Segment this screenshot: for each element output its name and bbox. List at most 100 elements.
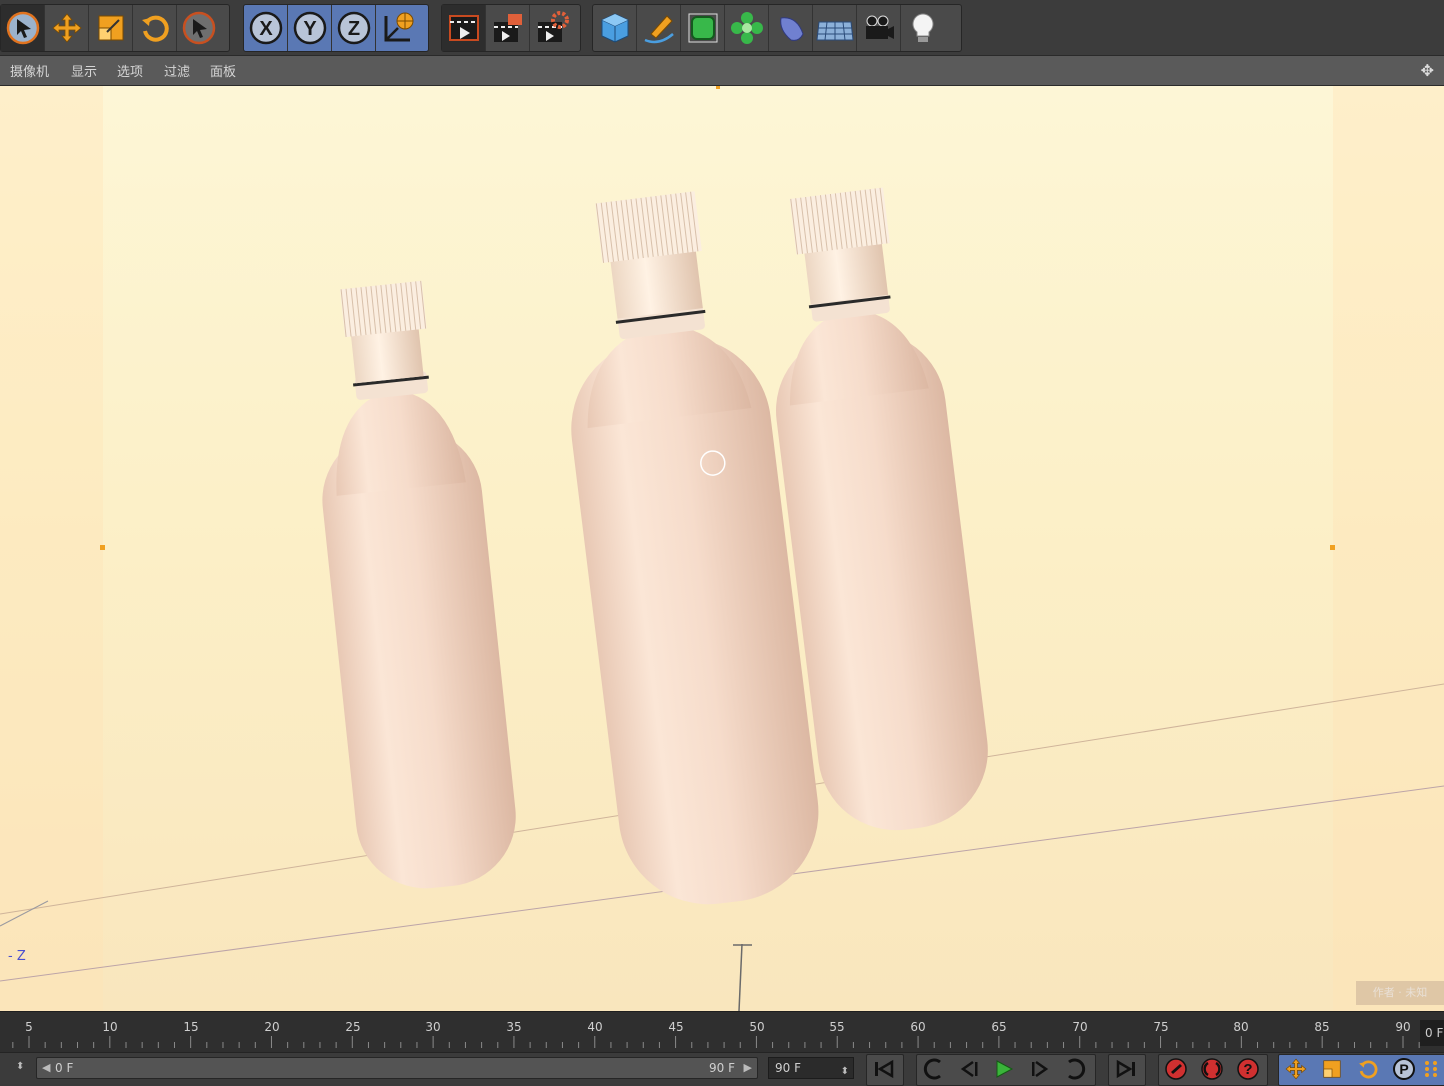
key-pla-button[interactable]: [1419, 1056, 1444, 1082]
render-view-button[interactable]: [442, 5, 486, 51]
tick-label: 15: [183, 1020, 199, 1034]
move-button[interactable]: [45, 5, 89, 51]
tick-label: 10: [102, 1020, 118, 1034]
cube-icon: [601, 13, 628, 43]
render-to-picture-viewer-button[interactable]: [486, 5, 530, 51]
key-rotation-button[interactable]: [1351, 1056, 1385, 1082]
y-axis-button[interactable]: Y: [288, 5, 332, 51]
x-axis-icon: X: [249, 11, 282, 45]
camera-icon: [865, 15, 894, 39]
timeline-ticks: [12, 1036, 1420, 1048]
range-right-arrow-icon[interactable]: ▶: [744, 1061, 752, 1074]
question-key-icon: ?: [1237, 1058, 1259, 1080]
bend-deformer-icon: [779, 17, 804, 41]
grid-dots-icon: [1425, 1061, 1437, 1077]
live-selection-button[interactable]: [1, 5, 45, 51]
floor-line: [0, 900, 49, 927]
tick-label: 50: [749, 1020, 765, 1034]
svg-text:X: X: [259, 18, 273, 40]
parameter-icon: P: [1393, 1058, 1415, 1080]
next-frame-button[interactable]: [1023, 1056, 1057, 1082]
y-axis-icon: Y: [293, 11, 326, 45]
tick-label: 5: [25, 1020, 33, 1034]
last-tool-icon: [182, 11, 216, 45]
auto-key-icon: [1201, 1058, 1223, 1080]
bend-deformer-button[interactable]: [769, 5, 813, 51]
frame-handle: [1330, 545, 1335, 550]
previous-frame-button[interactable]: [952, 1056, 986, 1082]
rotate-icon: [141, 15, 169, 42]
axis-line: [738, 943, 743, 1011]
current-frame-field[interactable]: 0 F: [1420, 1020, 1444, 1046]
transform-tool-group: [0, 4, 230, 52]
menu-camera[interactable]: 摄像机: [10, 61, 49, 80]
light-icon: [912, 13, 934, 42]
render-settings-icon: [538, 11, 569, 42]
cloner-button[interactable]: [725, 5, 769, 51]
transport-bar: ⬍ ◀ 0 F 90 F ▶ 90 F ⬍ ? P: [0, 1052, 1444, 1086]
coordinate-system-button[interactable]: [376, 5, 420, 51]
cube-button[interactable]: [593, 5, 637, 51]
render-to-picture-viewer-icon: [493, 14, 522, 42]
spinner-arrows-icon[interactable]: ⬍: [16, 1061, 24, 1072]
end-frame-field[interactable]: 90 F ⬍: [768, 1057, 854, 1079]
menu-filter[interactable]: 过滤: [164, 61, 190, 80]
floor-button[interactable]: [813, 5, 857, 51]
tick-label: 80: [1233, 1020, 1249, 1034]
subdivision-button[interactable]: [681, 5, 725, 51]
z-axis-button[interactable]: Z: [332, 5, 376, 51]
bottle-left[interactable]: [300, 277, 522, 895]
tick-label: 55: [829, 1020, 845, 1034]
render-view-icon: [448, 15, 479, 41]
x-axis-button[interactable]: X: [244, 5, 288, 51]
rotate-button[interactable]: [133, 5, 177, 51]
auto-key-button[interactable]: [1195, 1056, 1229, 1082]
bottle-center[interactable]: [544, 185, 829, 914]
key-tracks-group: P: [1278, 1054, 1444, 1086]
range-left-arrow-icon[interactable]: ◀: [42, 1061, 50, 1074]
camera-button[interactable]: [857, 5, 901, 51]
menu-panel[interactable]: 面板: [210, 61, 236, 80]
range-start-value: 0 F: [55, 1061, 74, 1075]
record-key-icon: [1165, 1058, 1187, 1080]
go-to-start-button[interactable]: [867, 1056, 901, 1082]
tick-label: 85: [1314, 1020, 1330, 1034]
next-key-button[interactable]: [1058, 1056, 1092, 1082]
scale-button[interactable]: [89, 5, 133, 51]
key-position-button[interactable]: [1279, 1056, 1313, 1082]
keyframe-selection-button[interactable]: ?: [1231, 1056, 1265, 1082]
tick-label: 20: [264, 1020, 280, 1034]
light-button[interactable]: [901, 5, 945, 51]
3d-viewport[interactable]: - Z 作者 · 未知: [0, 86, 1444, 1011]
first-frame-group: [866, 1054, 904, 1086]
menu-options[interactable]: 选项: [117, 61, 143, 80]
previous-frame-icon: [960, 1060, 978, 1078]
watermark: 作者 · 未知: [1356, 981, 1444, 1005]
menu-display[interactable]: 显示: [71, 61, 97, 80]
viewport-navigation-icon[interactable]: ✥: [1421, 61, 1434, 80]
previous-key-button[interactable]: [917, 1056, 951, 1082]
cloner-icon: [730, 12, 763, 44]
svg-text:Y: Y: [303, 18, 317, 40]
z-axis-label: - Z: [8, 949, 26, 964]
play-button[interactable]: [987, 1056, 1021, 1082]
spinner-arrows-icon[interactable]: ⬍: [841, 1062, 849, 1082]
render-tool-group: [441, 4, 581, 52]
record-key-button[interactable]: [1159, 1056, 1193, 1082]
render-settings-button[interactable]: [530, 5, 574, 51]
tick-label: 45: [668, 1020, 684, 1034]
go-to-start-icon: [875, 1059, 894, 1079]
tick-label: 40: [587, 1020, 603, 1034]
key-scale-button[interactable]: [1315, 1056, 1349, 1082]
playback-group: [916, 1054, 1096, 1086]
timeline-ruler[interactable]: 5 10 15 20 25 30 35 40 45 50 55 60 65 70…: [0, 1011, 1444, 1052]
pen-button[interactable]: [637, 5, 681, 51]
preview-range-slider[interactable]: ◀ 0 F 90 F ▶: [36, 1057, 758, 1079]
move-icon: [1285, 1058, 1307, 1080]
last-tool-button[interactable]: [177, 5, 221, 51]
move-icon: [51, 13, 82, 43]
key-parameter-button[interactable]: P: [1387, 1056, 1421, 1082]
scale-icon: [1323, 1060, 1341, 1078]
go-to-end-button[interactable]: [1109, 1056, 1143, 1082]
tick-label: 25: [345, 1020, 361, 1034]
